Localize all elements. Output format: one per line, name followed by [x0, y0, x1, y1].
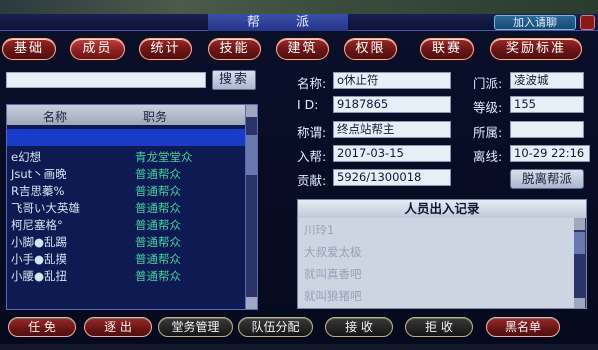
member-list: 名称 职务 e幻想 青龙堂堂众 Jsut丶画晚 普通帮众 R吉思蓁% 普通帮众 …	[6, 104, 258, 310]
table-row[interactable]: 飞哥い大英雄 普通帮众	[7, 200, 257, 216]
level-field: 155	[510, 96, 584, 113]
selected-row[interactable]	[7, 129, 257, 146]
list-header: 名称 职务	[7, 105, 257, 125]
member-name: 小腰●乱扭	[11, 269, 68, 283]
hall-manage-button[interactable]: 堂务管理	[158, 317, 233, 337]
header-name: 名称	[43, 110, 68, 124]
scroll-down-icon[interactable]	[574, 298, 585, 308]
table-row[interactable]: R吉思蓁% 普通帮众	[7, 183, 257, 199]
background-scene	[0, 0, 598, 14]
close-icon[interactable]	[580, 15, 595, 30]
window-titlebar: 帮 派 加入请聊	[0, 14, 598, 31]
bottom-strip	[0, 344, 598, 350]
location-label: 所属:	[473, 125, 503, 140]
name-label: 名称:	[297, 76, 327, 91]
record-item: 大叔爱太极	[304, 245, 362, 259]
member-name: 小手●乱摸	[11, 252, 68, 266]
table-row[interactable]: 小脚●乱踢 普通帮众	[7, 234, 257, 250]
records-title: 人员出入记录	[298, 200, 586, 218]
scroll-thumb[interactable]	[574, 232, 585, 254]
tab-stats[interactable]: 统计	[139, 38, 192, 60]
member-name: 柯尼塞格°	[11, 218, 63, 232]
record-item: 就叫真香吧	[304, 267, 362, 281]
member-name: e幻想	[11, 150, 42, 164]
appoint-button[interactable]: 任 免	[8, 317, 76, 337]
tab-permissions[interactable]: 权限	[344, 38, 397, 60]
member-job: 普通帮众	[135, 269, 181, 283]
tab-members[interactable]: 成员	[70, 38, 125, 60]
member-name: Jsut丶画晚	[11, 167, 67, 181]
member-name: 小脚●乱踢	[11, 235, 68, 249]
list-scrollbar[interactable]	[245, 105, 257, 309]
record-item: 就叫狼猪吧	[304, 289, 362, 303]
blacklist-button[interactable]: 黑名单	[486, 317, 560, 337]
header-job: 职务	[143, 110, 168, 124]
table-row[interactable]: 小腰●乱扭 普通帮众	[7, 268, 257, 284]
team-assign-button[interactable]: 队伍分配	[238, 317, 313, 337]
contribution-label: 贡献:	[297, 173, 327, 188]
table-row[interactable]: 小手●乱摸 普通帮众	[7, 251, 257, 267]
leave-guild-button[interactable]: 脱离帮派	[510, 169, 584, 189]
scroll-up-icon[interactable]	[574, 218, 585, 230]
location-field	[510, 121, 584, 138]
member-name: 飞哥い大英雄	[11, 201, 80, 215]
member-name: R吉思蓁%	[11, 184, 65, 198]
member-job: 青龙堂堂众	[135, 150, 193, 164]
join-date-field: 2017-03-15	[333, 145, 451, 162]
table-row[interactable]: e幻想 青龙堂堂众	[7, 149, 257, 165]
member-job: 普通帮众	[135, 184, 181, 198]
title-label: 称谓:	[297, 125, 327, 140]
tab-skills[interactable]: 技能	[208, 38, 261, 60]
tab-league[interactable]: 联赛	[420, 38, 474, 60]
level-label: 等级:	[473, 100, 503, 115]
offline-label: 离线:	[473, 149, 503, 164]
name-field: o休止符	[333, 72, 451, 89]
guild-panel: 基础 成员 统计 技能 建筑 权限 联赛 奖励标准 搜索 名称 职务 e幻想 青…	[0, 31, 598, 350]
search-button[interactable]: 搜索	[212, 70, 256, 90]
id-label: I D:	[297, 97, 319, 112]
sect-field: 凌波城	[510, 72, 584, 89]
tab-rewards[interactable]: 奖励标准	[490, 38, 582, 60]
search-input[interactable]	[6, 72, 206, 88]
accept-button[interactable]: 接 收	[325, 317, 393, 337]
record-item: 川玲1	[304, 223, 335, 237]
table-row[interactable]: Jsut丶画晚 普通帮众	[7, 166, 257, 182]
member-job: 普通帮众	[135, 218, 181, 232]
member-job: 普通帮众	[135, 252, 181, 266]
tab-bar: 基础 成员 统计 技能 建筑 权限 联赛 奖励标准	[2, 38, 596, 60]
reject-button[interactable]: 拒 收	[405, 317, 473, 337]
title-field: 终点站帮主	[333, 121, 451, 138]
records-panel: 人员出入记录 川玲1 大叔爱太极 就叫真香吧 就叫狼猪吧	[297, 199, 587, 309]
sect-label: 门派:	[473, 76, 503, 91]
scroll-up-icon[interactable]	[246, 105, 257, 117]
scroll-down-icon[interactable]	[246, 297, 257, 309]
member-job: 普通帮众	[135, 167, 181, 181]
expel-button[interactable]: 逐 出	[84, 317, 152, 337]
tab-buildings[interactable]: 建筑	[276, 38, 329, 60]
join-label: 入帮:	[297, 149, 327, 164]
tab-basic[interactable]: 基础	[2, 38, 56, 60]
member-job: 普通帮众	[135, 201, 181, 215]
records-scrollbar[interactable]	[574, 218, 586, 308]
offline-field: 10-29 22:16	[510, 145, 590, 162]
window-title: 帮 派	[208, 14, 348, 31]
id-field: 9187865	[333, 96, 451, 113]
scroll-thumb[interactable]	[246, 135, 257, 175]
table-row[interactable]: 柯尼塞格° 普通帮众	[7, 217, 257, 233]
contribution-field: 5926/1300018	[333, 169, 451, 186]
invite-button[interactable]: 加入请聊	[494, 15, 576, 30]
member-job: 普通帮众	[135, 235, 181, 249]
